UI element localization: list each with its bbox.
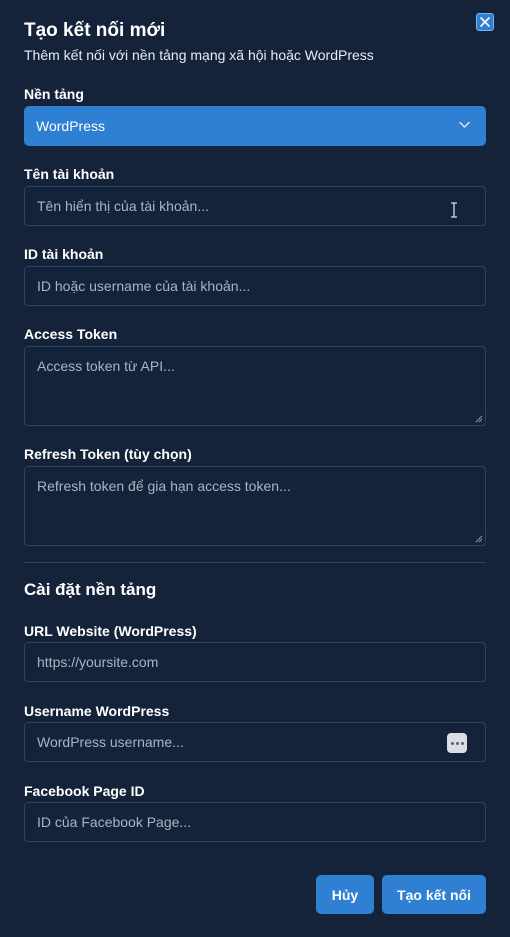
account-name-input[interactable]: Tên hiển thị của tài khoản... [24, 186, 486, 226]
access-token-placeholder: Access token từ API... [37, 358, 175, 374]
dialog-subtitle: Thêm kết nối với nền tảng mạng xã hội ho… [24, 47, 374, 63]
platform-label: Nền tảng [24, 86, 84, 102]
account-id-placeholder: ID hoặc username của tài khoản... [37, 278, 251, 294]
text-cursor-icon [451, 202, 457, 218]
section-divider [24, 562, 486, 563]
wp-username-placeholder: WordPress username... [37, 734, 184, 750]
platform-select[interactable]: WordPress [24, 106, 486, 146]
close-icon [480, 17, 490, 27]
close-button[interactable] [476, 13, 494, 31]
account-id-label: ID tài khoản [24, 246, 104, 262]
website-url-placeholder: https://yoursite.com [37, 654, 159, 670]
access-token-textarea[interactable]: Access token từ API... [24, 346, 486, 426]
access-token-label: Access Token [24, 326, 118, 342]
refresh-token-label: Refresh Token (tùy chọn) [24, 446, 192, 462]
website-url-label: URL Website (WordPress) [24, 623, 197, 639]
wp-username-input[interactable]: WordPress username... [24, 722, 486, 762]
website-url-input[interactable]: https://yoursite.com [24, 642, 486, 682]
resize-handle-icon[interactable] [475, 415, 483, 423]
wp-username-label: Username WordPress [24, 703, 170, 719]
account-name-placeholder: Tên hiển thị của tài khoản... [37, 198, 209, 214]
refresh-token-textarea[interactable]: Refresh token để gia hạn access token... [24, 466, 486, 546]
chevron-down-icon [459, 121, 470, 128]
account-id-input[interactable]: ID hoặc username của tài khoản... [24, 266, 486, 306]
create-connection-dialog: Tạo kết nối mới Thêm kết nối với nền tản… [0, 0, 510, 937]
fb-page-id-placeholder: ID của Facebook Page... [37, 814, 192, 830]
fb-page-id-input[interactable]: ID của Facebook Page... [24, 802, 486, 842]
resize-handle-icon[interactable] [475, 535, 483, 543]
platform-settings-heading: Cài đặt nền tảng [24, 580, 157, 599]
create-connection-button[interactable]: Tạo kết nối [382, 875, 486, 914]
cancel-button[interactable]: Hủy [316, 875, 374, 914]
platform-selected-value: WordPress [36, 118, 105, 134]
dialog-title: Tạo kết nối mới [24, 20, 166, 41]
refresh-token-placeholder: Refresh token để gia hạn access token... [37, 478, 291, 494]
fb-page-id-label: Facebook Page ID [24, 783, 145, 799]
password-manager-icon[interactable] [447, 733, 467, 753]
account-name-label: Tên tài khoản [24, 166, 115, 182]
